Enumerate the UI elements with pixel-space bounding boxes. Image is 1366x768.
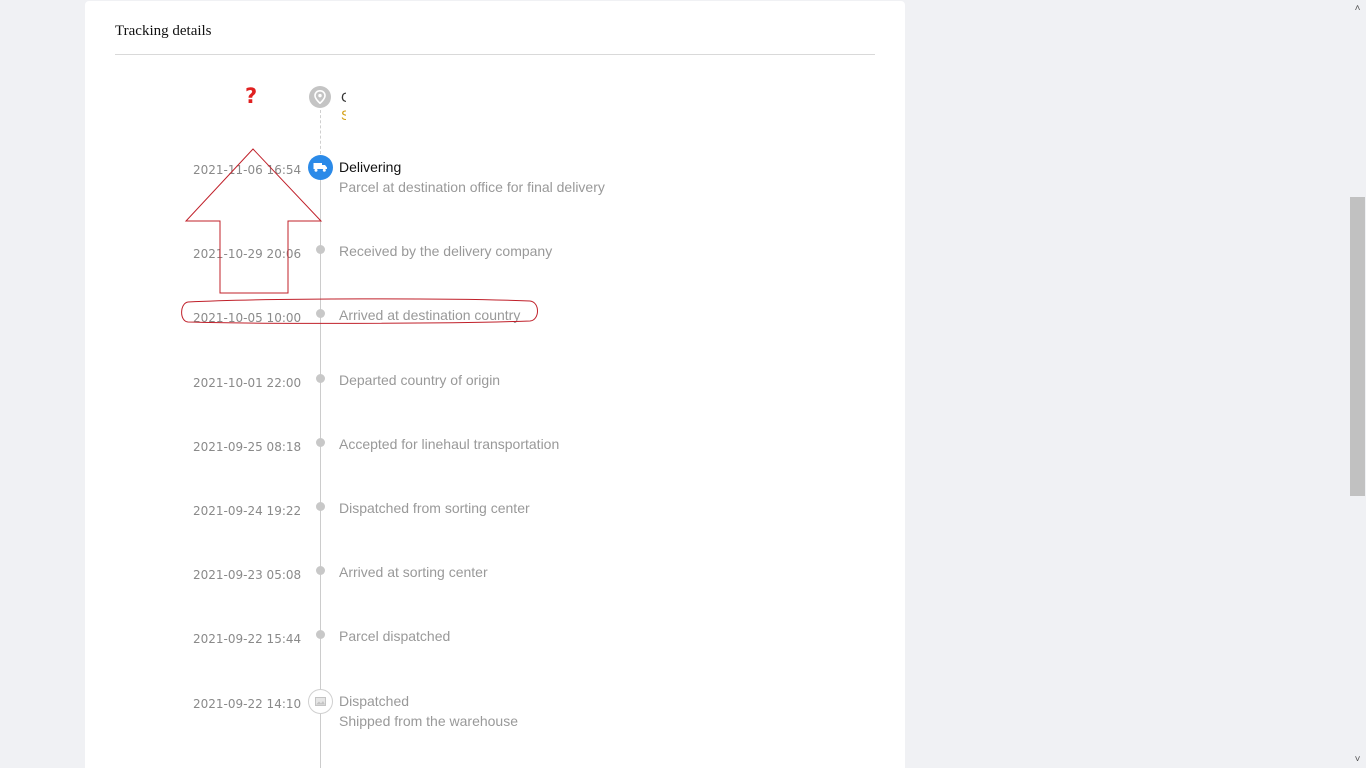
tracking-event: 2021-09-24 19:22 Dispatched from sorting…: [0, 500, 900, 542]
event-time: 2021-09-25 08:18: [193, 440, 302, 454]
tracking-event: 2021-09-23 05:08 Arrived at sorting cent…: [0, 564, 900, 606]
page-scrollbar[interactable]: ˄ ˅: [1349, 0, 1366, 768]
event-status: Dispatched from sorting center: [339, 500, 530, 516]
annotation-highlight-ellipse: [181, 298, 538, 324]
tracking-event: 2021-09-22 14:10 Dispatched Shipped from…: [0, 689, 900, 735]
tracking-event: 2021-10-01 22:00 Departed country of ori…: [0, 372, 900, 414]
tracking-event: 2021-09-22 15:44 Parcel dispatched: [0, 628, 900, 670]
timeline-dot: [316, 566, 325, 575]
event-time: 2021-09-22 14:10: [193, 697, 302, 711]
event-status: Arrived at sorting center: [339, 564, 488, 580]
tracking-event: 2021-11-06 16:54 Delivering Parcel at de…: [0, 155, 900, 201]
event-detail: Shipped from the warehouse: [339, 713, 518, 729]
event-time: 2021-09-23 05:08: [193, 568, 302, 582]
event-status: Dispatched: [339, 693, 410, 709]
event-status: Delivering: [339, 159, 402, 175]
event-time: 2021-10-01 22:00: [193, 376, 302, 390]
timeline-dot: [316, 502, 325, 511]
annotation-question-mark: ?: [245, 84, 258, 108]
event-status: Departed country of origin: [339, 372, 501, 388]
tracking-event: 2021-09-25 08:18 Accepted for linehaul t…: [0, 436, 900, 478]
event-status: Parcel dispatched: [339, 628, 451, 644]
title-divider: [115, 54, 875, 55]
event-time: 2021-09-22 15:44: [193, 632, 302, 646]
event-status: Accepted for linehaul transportation: [339, 436, 560, 452]
timeline-dot: [316, 438, 325, 447]
event-status: Received by the delivery company: [339, 243, 553, 259]
card-title: Tracking details: [115, 23, 212, 39]
timeline-dot: [316, 630, 325, 639]
event-detail: Parcel at destination office for final d…: [339, 179, 605, 195]
scrollbar-thumb[interactable]: [1350, 197, 1365, 496]
annotation-up-arrow-icon: [184, 148, 323, 294]
tracking-event: 2021-10-29 20:06 Received by the deliver…: [0, 243, 900, 285]
scroll-up-arrow-icon[interactable]: ˄: [1349, 0, 1366, 17]
timeline-dot: [316, 374, 325, 383]
package-box-icon: [308, 689, 333, 714]
scroll-down-arrow-icon[interactable]: ˅: [1349, 751, 1366, 768]
event-time: 2021-09-24 19:22: [193, 504, 302, 518]
